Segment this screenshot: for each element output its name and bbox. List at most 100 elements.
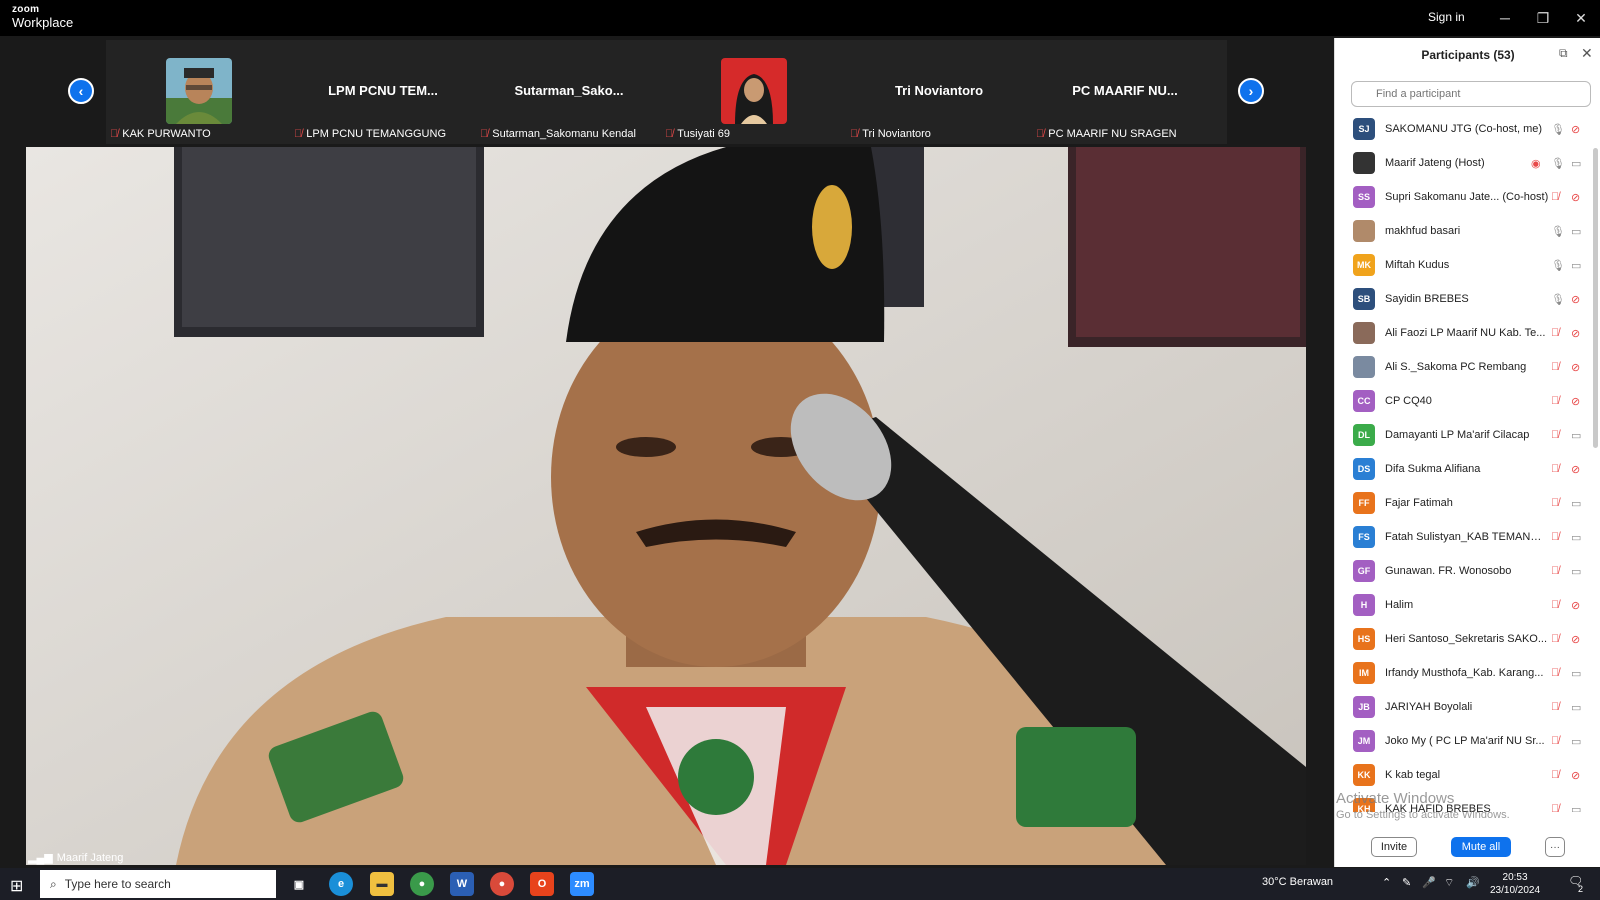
word-icon[interactable]: W xyxy=(450,872,474,896)
more-options-button[interactable]: ··· xyxy=(1545,837,1565,857)
gallery-tile[interactable]: 🎙̸ KAK PURWANTO xyxy=(106,40,292,144)
camera-off-icon[interactable]: ⊘ xyxy=(1571,463,1580,476)
mic-muted-icon[interactable]: 🎙̸ xyxy=(1551,191,1559,203)
camera-icon[interactable]: ▭ xyxy=(1571,803,1581,813)
participant-name: Supri Sakomanu Jate... (Co-host) xyxy=(1385,191,1549,203)
mic-muted-icon[interactable]: 🎙̸ xyxy=(1551,769,1559,781)
camera-icon[interactable]: ▭ xyxy=(1571,157,1581,170)
office-icon[interactable]: O xyxy=(530,872,554,896)
participant-row[interactable]: HS Heri Santoso_Sekretaris SAKO... 🎙̸ ⊘ xyxy=(1335,622,1600,656)
mic-icon[interactable]: 🎙 xyxy=(1551,123,1565,136)
restore-button[interactable]: ❐ xyxy=(1528,6,1558,30)
camera-icon[interactable]: ▭ xyxy=(1571,259,1581,272)
participant-row[interactable]: FS Fatah Sulistyan_KAB TEMANGG... 🎙̸ ▭ xyxy=(1335,520,1600,554)
participant-row[interactable]: IM Irfandy Musthofa_Kab. Karang... 🎙̸ ▭ xyxy=(1335,656,1600,690)
participant-row[interactable]: FF Fajar Fatimah 🎙̸ ▭ xyxy=(1335,486,1600,520)
camera-off-icon[interactable]: ⊘ xyxy=(1571,633,1580,646)
camera-off-icon[interactable]: ⊘ xyxy=(1571,191,1580,204)
participant-row[interactable]: DS Difa Sukma Alifiana 🎙̸ ⊘ xyxy=(1335,452,1600,486)
mic-muted-icon[interactable]: 🎙̸ xyxy=(1551,429,1559,441)
mic-muted-icon[interactable]: 🎙̸ xyxy=(1551,599,1559,611)
mic-muted-icon[interactable]: 🎙̸ xyxy=(1551,803,1559,812)
mic-muted-icon[interactable]: 🎙̸ xyxy=(1551,735,1559,747)
participant-row[interactable]: JM Joko My ( PC LP Ma'arif NU Sr... 🎙̸ ▭ xyxy=(1335,724,1600,758)
weather-widget[interactable]: 30°C Berawan xyxy=(1262,876,1333,888)
mic-muted-icon[interactable]: 🎙̸ xyxy=(1551,327,1559,339)
camera-icon[interactable]: ▭ xyxy=(1571,667,1581,680)
camera-icon[interactable]: ▭ xyxy=(1571,701,1581,714)
participant-row[interactable]: JB JARIYAH Boyolali 🎙̸ ▭ xyxy=(1335,690,1600,724)
mic-muted-icon[interactable]: 🎙̸ xyxy=(1551,395,1559,407)
gallery-next-button[interactable]: › xyxy=(1238,78,1264,104)
camera-off-icon[interactable]: ⊘ xyxy=(1571,123,1580,136)
camera-off-icon[interactable]: ⊘ xyxy=(1571,769,1580,782)
participant-list-scrollbar[interactable] xyxy=(1593,148,1598,448)
active-speaker-video[interactable] xyxy=(26,147,1306,865)
participant-row[interactable]: KK K kab tegal 🎙̸ ⊘ xyxy=(1335,758,1600,792)
mic-icon[interactable]: 🎙 xyxy=(1551,225,1565,238)
gallery-tile[interactable]: 🎙̸ Tusiyati 69 xyxy=(661,40,847,144)
task-view-icon[interactable]: ▣ xyxy=(287,872,311,896)
windows-start-icon[interactable]: ⊞ xyxy=(10,876,23,896)
camera-off-icon[interactable]: ⊘ xyxy=(1571,327,1580,340)
participant-row[interactable]: makhfud basari 🎙 ▭ xyxy=(1335,214,1600,248)
gallery-prev-button[interactable]: ‹ xyxy=(68,78,94,104)
chrome-icon[interactable]: ● xyxy=(410,872,434,896)
participant-row[interactable]: MK Miftah Kudus 🎙 ▭ xyxy=(1335,248,1600,282)
camera-icon[interactable]: ▭ xyxy=(1571,497,1581,510)
camera-off-icon[interactable]: ⊘ xyxy=(1571,599,1580,612)
chrome-profile-icon[interactable]: ● xyxy=(490,872,514,896)
camera-icon[interactable]: ▭ xyxy=(1571,735,1581,748)
gallery-tile[interactable]: Tri Noviantoro 🎙̸ Tri Noviantoro xyxy=(846,40,1032,144)
mic-tray-icon[interactable]: 🎤 xyxy=(1422,876,1436,889)
file-explorer-icon[interactable]: ▬ xyxy=(370,872,394,896)
mute-all-button[interactable]: Mute all xyxy=(1451,837,1511,857)
participant-row[interactable]: H Halim 🎙̸ ⊘ xyxy=(1335,588,1600,622)
mic-muted-icon[interactable]: 🎙̸ xyxy=(1551,497,1559,509)
taskbar-search-box[interactable]: ⌕ Type here to search xyxy=(40,870,276,898)
mic-muted-icon[interactable]: 🎙̸ xyxy=(1551,633,1559,645)
participant-row[interactable]: DL Damayanti LP Ma'arif Cilacap 🎙̸ ▭ xyxy=(1335,418,1600,452)
close-window-button[interactable]: ✕ xyxy=(1566,6,1596,30)
edge-browser-icon[interactable]: e xyxy=(329,872,353,896)
camera-icon[interactable]: ▭ xyxy=(1571,225,1581,238)
minimize-button[interactable]: ─ xyxy=(1490,6,1520,30)
participant-search-input[interactable] xyxy=(1351,81,1591,107)
pop-out-icon[interactable]: ⧉ xyxy=(1559,46,1568,61)
mic-icon[interactable]: 🎙 xyxy=(1551,157,1565,170)
participant-row[interactable]: Ali S._Sakoma PC Rembang 🎙̸ ⊘ xyxy=(1335,350,1600,384)
participant-row[interactable]: Ali Faozi LP Maarif NU Kab. Te... 🎙̸ ⊘ xyxy=(1335,316,1600,350)
gallery-tile[interactable]: LPM PCNU TEM... 🎙̸ LPM PCNU TEMANGGUNG xyxy=(290,40,476,144)
mic-muted-icon[interactable]: 🎙̸ xyxy=(1551,361,1559,373)
camera-icon[interactable]: ▭ xyxy=(1571,429,1581,442)
mic-muted-icon[interactable]: 🎙̸ xyxy=(1551,565,1559,577)
mic-muted-icon[interactable]: 🎙̸ xyxy=(1551,463,1559,475)
mic-icon[interactable]: 🎙 xyxy=(1551,293,1565,306)
camera-off-icon[interactable]: ⊘ xyxy=(1571,361,1580,374)
participant-row[interactable]: CC CP CQ40 🎙̸ ⊘ xyxy=(1335,384,1600,418)
camera-off-icon[interactable]: ⊘ xyxy=(1571,395,1580,408)
tray-overflow-icon[interactable]: ⌃ xyxy=(1382,876,1391,889)
close-panel-icon[interactable]: ✕ xyxy=(1581,45,1593,62)
mic-muted-icon[interactable]: 🎙̸ xyxy=(1551,667,1559,679)
pen-icon[interactable]: ✎ xyxy=(1402,876,1411,889)
taskbar-clock[interactable]: 20:53 23/10/2024 xyxy=(1490,871,1540,897)
invite-button[interactable]: Invite xyxy=(1371,837,1417,857)
mic-muted-icon[interactable]: 🎙̸ xyxy=(1551,531,1559,543)
mic-muted-icon[interactable]: 🎙̸ xyxy=(1551,701,1559,713)
network-icon[interactable]: ⌔ xyxy=(1444,876,1454,890)
camera-off-icon[interactable]: ⊘ xyxy=(1571,293,1580,306)
mic-icon[interactable]: 🎙 xyxy=(1551,259,1565,272)
volume-icon[interactable]: 🔊 xyxy=(1466,876,1480,889)
participant-row[interactable]: SS Supri Sakomanu Jate... (Co-host) 🎙̸ ⊘ xyxy=(1335,180,1600,214)
zoom-app-icon[interactable]: zm xyxy=(570,872,594,896)
participant-row[interactable]: SB Sayidin BREBES 🎙 ⊘ xyxy=(1335,282,1600,316)
sign-in-link[interactable]: Sign in xyxy=(1428,10,1465,24)
gallery-tile[interactable]: Sutarman_Sako... 🎙̸ Sutarman_Sakomanu Ke… xyxy=(476,40,662,144)
participant-row[interactable]: Maarif Jateng (Host) ◉ 🎙 ▭ xyxy=(1335,146,1600,180)
participant-row[interactable]: SJ SAKOMANU JTG (Co-host, me) 🎙 ⊘ xyxy=(1335,112,1600,146)
gallery-tile[interactable]: PC MAARIF NU... 🎙̸ PC MAARIF NU SRAGEN xyxy=(1032,40,1218,144)
camera-icon[interactable]: ▭ xyxy=(1571,565,1581,578)
participant-row[interactable]: GF Gunawan. FR. Wonosobo 🎙̸ ▭ xyxy=(1335,554,1600,588)
camera-icon[interactable]: ▭ xyxy=(1571,531,1581,544)
